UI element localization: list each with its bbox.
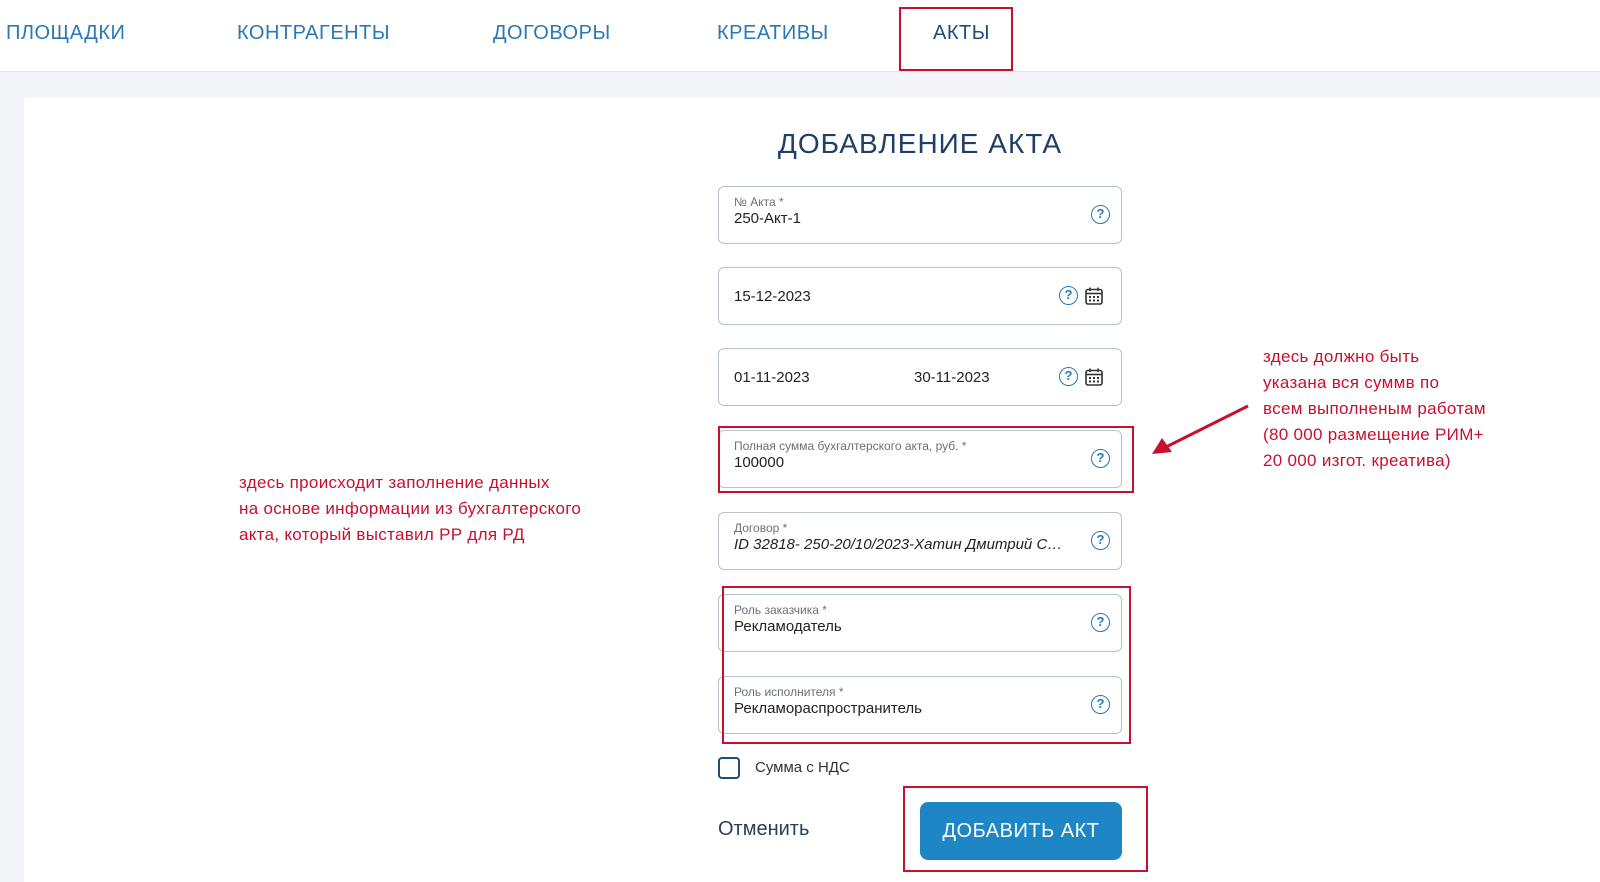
period-end-value[interactable]: 30-11-2023 [914, 369, 990, 386]
question-circle-icon[interactable]: ? [1091, 531, 1110, 550]
tab-contracts[interactable]: ДОГОВОРЫ [493, 22, 611, 45]
vat-checkbox[interactable] [718, 757, 740, 779]
tab-counterparties[interactable]: КОНТРАГЕНТЫ [237, 22, 390, 45]
act-date-value[interactable]: 15-12-2023 [734, 288, 811, 305]
amount-field[interactable]: Полная сумма бухгалтерского акта, руб. *… [718, 430, 1122, 488]
contract-field[interactable]: Договор * ID 32818- 250-20/10/2023-Хатин… [718, 512, 1122, 570]
annotation-line: 20 000 изгот. креатива) [1263, 451, 1451, 470]
cancel-button[interactable]: Отменить [718, 818, 809, 841]
question-circle-icon[interactable]: ? [1059, 286, 1078, 305]
annotation-arrow-icon [1152, 404, 1249, 454]
contract-value[interactable]: ID 32818- 250-20/10/2023-Хатин Дмитрий С… [734, 536, 1064, 553]
customer-role-field[interactable]: Роль заказчика * Рекламодатель ? [718, 594, 1122, 652]
period-start-value[interactable]: 01-11-2023 [734, 369, 810, 386]
question-circle-icon[interactable]: ? [1091, 205, 1110, 224]
annotation-line: (80 000 размещение РИМ+ [1263, 425, 1484, 444]
customer-role-label: Роль заказчика * [734, 603, 827, 617]
question-circle-icon[interactable]: ? [1091, 613, 1110, 632]
add-act-button[interactable]: ДОБАВИТЬ АКТ [920, 802, 1122, 860]
tab-platforms[interactable]: ПЛОЩАДКИ [6, 22, 125, 45]
annotation-line: указана вся суммв по [1263, 373, 1440, 392]
page-title: ДОБАВЛЕНИЕ АКТА [777, 128, 1063, 159]
calendar-icon[interactable] [1084, 367, 1104, 387]
act-number-field[interactable]: № Акта * 250-Акт-1 ? [718, 186, 1122, 244]
annotation-line: всем выполненым работам [1263, 399, 1486, 418]
annotation-line: здесь должно быть [1263, 347, 1420, 366]
question-circle-icon[interactable]: ? [1059, 367, 1078, 386]
tab-acts[interactable]: АКТЫ [933, 22, 990, 45]
act-number-label: № Акта * [734, 195, 784, 209]
annotation-line: акта, который выставил РР для РД [239, 525, 525, 544]
executor-role-value[interactable]: Рекламораспространитель [734, 700, 922, 717]
left-annotation: здесь происходит заполнение данных на ос… [239, 470, 581, 548]
period-field[interactable]: 01-11-2023 30-11-2023 ? [718, 348, 1122, 406]
customer-role-value[interactable]: Рекламодатель [734, 618, 842, 635]
vat-checkbox-label: Сумма с НДС [755, 759, 850, 776]
annotation-line: здесь происходит заполнение данных [239, 473, 550, 492]
question-circle-icon[interactable]: ? [1091, 695, 1110, 714]
annotation-line: на основе информации из бухгалтерского [239, 499, 582, 518]
calendar-icon[interactable] [1084, 286, 1104, 306]
top-navigation: ПЛОЩАДКИ КОНТРАГЕНТЫ ДОГОВОРЫ КРЕАТИВЫ А… [0, 0, 1600, 72]
act-date-field[interactable]: 15-12-2023 ? [718, 267, 1122, 325]
contract-label: Договор * [734, 521, 788, 535]
executor-role-label: Роль исполнителя * [734, 685, 844, 699]
right-annotation: здесь должно быть указана вся суммв по в… [1263, 344, 1486, 474]
amount-label: Полная сумма бухгалтерского акта, руб. * [734, 439, 967, 453]
act-number-value[interactable]: 250-Акт-1 [734, 210, 801, 227]
question-circle-icon[interactable]: ? [1091, 449, 1110, 468]
tab-creatives[interactable]: КРЕАТИВЫ [717, 22, 829, 45]
executor-role-field[interactable]: Роль исполнителя * Рекламораспространите… [718, 676, 1122, 734]
amount-value[interactable]: 100000 [734, 454, 784, 471]
